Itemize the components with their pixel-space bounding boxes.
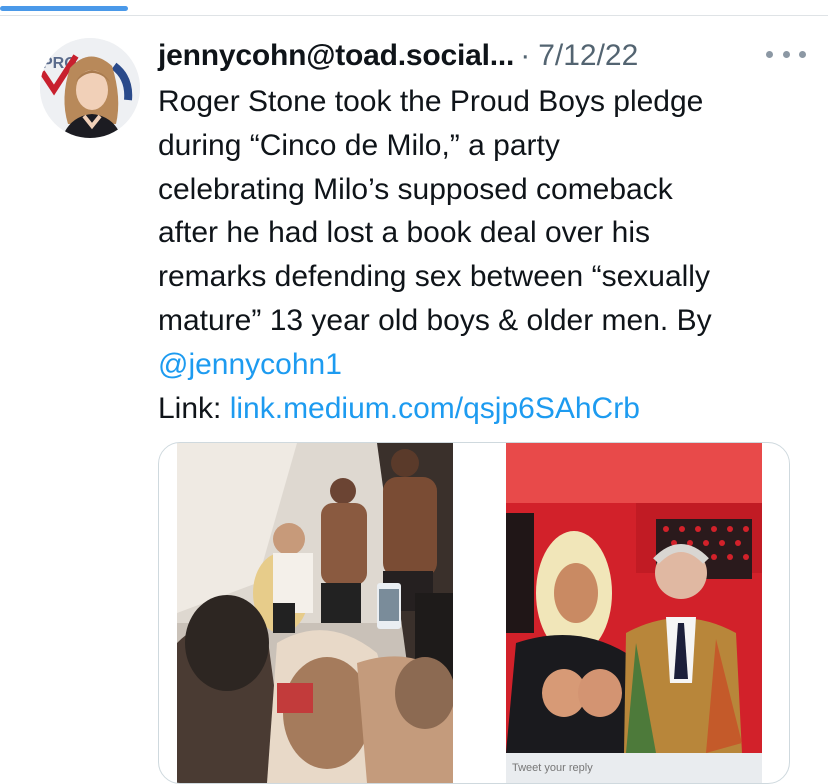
tweet-text-line: remarks defending sex between “sexually (158, 260, 710, 294)
mention-line: @jennycohn1 (158, 343, 808, 387)
tweet-date[interactable]: 7/12/22 (538, 39, 638, 73)
reply-strip-text: Tweet your reply (512, 762, 593, 774)
avatar-image: PRO (40, 38, 140, 138)
media-grid[interactable]: Tweet your reply (158, 442, 790, 784)
tweet-body: Roger Stone took the Proud Boys pledge d… (158, 80, 808, 430)
avatar[interactable]: PRO (40, 38, 140, 138)
tweet-text-line: during “Cinco de Milo,” a party (158, 128, 560, 162)
stone-photo[interactable]: Tweet your reply (506, 443, 762, 783)
tweet-text-line: celebrating Milo’s supposed comeback (158, 172, 673, 206)
article-link[interactable]: link.medium.com/qsjp6SAhCrb (230, 392, 640, 425)
tweet-text-line: mature” 13 year old boys & older men. By (158, 303, 712, 337)
party-photo[interactable] (177, 443, 453, 783)
tweet-text-line: after he had lost a book deal over his (158, 216, 650, 250)
link-line: Link: link.medium.com/qsjp6SAhCrb (158, 387, 808, 431)
link-label: Link: (158, 391, 222, 425)
tweet-header: jennycohn@toad.social... · 7/12/22 (158, 36, 798, 76)
reply-strip: Tweet your reply (506, 753, 762, 783)
author-name[interactable]: jennycohn@toad.social... (158, 39, 514, 73)
tweet-text-line: Roger Stone took the Proud Boys pledge (158, 85, 704, 118)
header-separator: · (520, 39, 531, 72)
active-tab-indicator (0, 6, 128, 11)
divider (0, 15, 828, 16)
more-icon[interactable] (766, 44, 806, 64)
mention-link[interactable]: @jennycohn1 (158, 348, 342, 381)
